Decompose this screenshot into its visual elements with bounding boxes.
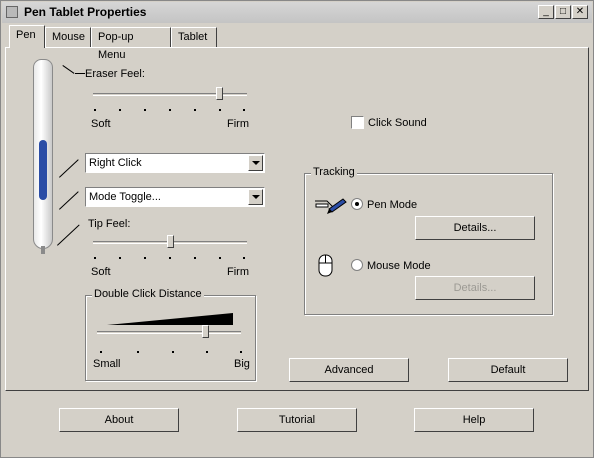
tutorial-button[interactable]: Tutorial [237, 408, 357, 432]
eraser-firm-label: Firm [227, 118, 249, 130]
pen-mode-icon [315, 198, 347, 214]
tick [219, 257, 221, 259]
pen-mode-radio[interactable] [351, 198, 363, 210]
close-button[interactable]: ✕ [572, 5, 588, 19]
tick [144, 109, 146, 111]
title-bar[interactable]: Pen Tablet Properties _ □ ✕ [2, 2, 592, 23]
tab-pen[interactable]: Pen [9, 25, 45, 48]
window-title: Pen Tablet Properties [24, 5, 147, 19]
tracking-title: Tracking [311, 166, 357, 178]
mouse-mode-radio[interactable] [351, 259, 363, 271]
tick [194, 257, 196, 259]
pen-illustration [33, 59, 53, 254]
click-sound-checkbox[interactable] [351, 116, 364, 129]
eraser-feel-label: Eraser Feel: [85, 68, 145, 80]
chevron-down-icon[interactable] [248, 155, 263, 171]
click-sound-label[interactable]: Click Sound [368, 117, 427, 129]
about-button[interactable]: About [59, 408, 179, 432]
upper-side-switch-select[interactable]: Right Click [85, 153, 265, 173]
eraser-leader-line-h [75, 73, 85, 74]
help-button[interactable]: Help [414, 408, 534, 432]
advanced-button[interactable]: Advanced [289, 358, 409, 382]
lower-side-switch-select[interactable]: Mode Toggle... [85, 187, 265, 207]
tip-feel-label: Tip Feel: [88, 218, 131, 230]
tick [169, 257, 171, 259]
lower-side-switch-value: Mode Toggle... [89, 191, 161, 203]
chevron-down-icon[interactable] [248, 189, 263, 205]
tick [206, 351, 208, 353]
pen-mode-details-button[interactable]: Details... [415, 216, 535, 240]
mouse-mode-label[interactable]: Mouse Mode [367, 260, 431, 272]
double-click-distance-title: Double Click Distance [92, 288, 204, 300]
tick [169, 109, 171, 111]
pen-mode-label[interactable]: Pen Mode [367, 199, 417, 211]
eraser-feel-slider[interactable] [216, 87, 223, 100]
pen-tip [41, 246, 45, 254]
pen-grip [39, 140, 47, 200]
mouse-mode-details-button[interactable]: Details... [415, 276, 535, 300]
tip-firm-label: Firm [227, 266, 249, 278]
tab-popup-menu[interactable]: Pop-up Menu [91, 27, 171, 61]
eraser-feel-track [93, 93, 247, 96]
tick [240, 351, 242, 353]
default-button[interactable]: Default [448, 358, 568, 382]
tab-tablet[interactable]: Tablet [171, 27, 217, 47]
upper-side-switch-value: Right Click [89, 157, 142, 169]
tick [194, 109, 196, 111]
maximize-button[interactable]: □ [555, 5, 571, 19]
double-click-track [97, 331, 241, 334]
distance-big-label: Big [234, 358, 250, 370]
tick [119, 109, 121, 111]
app-icon [6, 6, 18, 18]
tip-soft-label: Soft [91, 266, 111, 278]
tick [172, 351, 174, 353]
tab-mouse[interactable]: Mouse [45, 27, 91, 47]
tick [137, 351, 139, 353]
tick [144, 257, 146, 259]
tick [243, 257, 245, 259]
tick [219, 109, 221, 111]
pen-tablet-properties-window: Pen Tablet Properties _ □ ✕ Pen Mouse Po… [0, 0, 594, 458]
distance-small-label: Small [93, 358, 121, 370]
tick [94, 257, 96, 259]
tip-feel-slider[interactable] [167, 235, 174, 248]
double-click-distance-slider[interactable] [202, 325, 209, 338]
eraser-soft-label: Soft [91, 118, 111, 130]
tick [100, 351, 102, 353]
tick [94, 109, 96, 111]
tick [119, 257, 121, 259]
tick [243, 109, 245, 111]
minimize-button[interactable]: _ [538, 5, 554, 19]
mouse-mode-icon [318, 254, 333, 277]
